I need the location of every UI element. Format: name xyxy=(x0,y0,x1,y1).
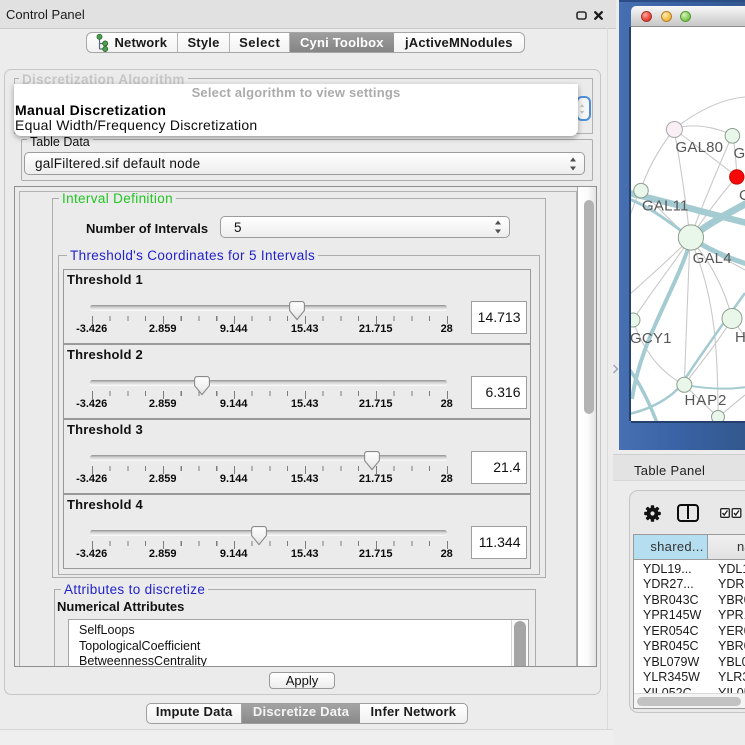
svg-text:C: C xyxy=(739,187,745,204)
svg-text:GCY1: GCY1 xyxy=(631,330,672,347)
svg-text:GAL80: GAL80 xyxy=(676,139,724,156)
svg-text:GAL11: GAL11 xyxy=(642,198,689,215)
svg-text:H: H xyxy=(735,329,745,346)
svg-text:GA: GA xyxy=(734,145,745,162)
svg-text:HAP2: HAP2 xyxy=(685,392,728,409)
svg-text:GAL4: GAL4 xyxy=(693,250,732,267)
